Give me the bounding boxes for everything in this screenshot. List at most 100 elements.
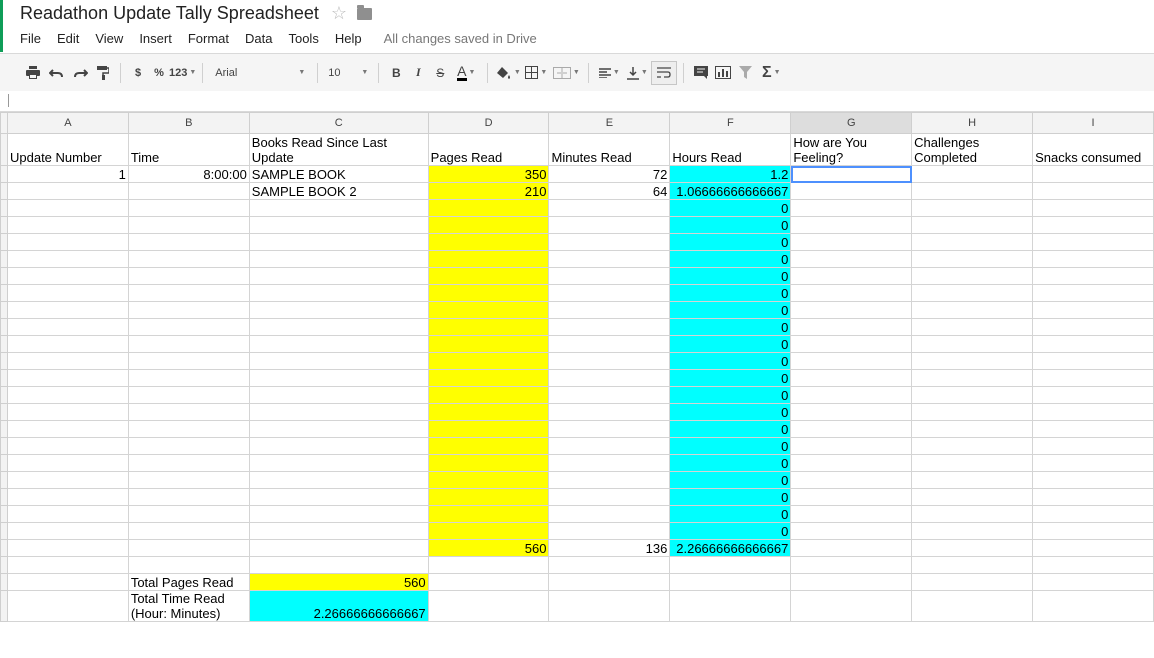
menu-format[interactable]: Format (188, 31, 229, 46)
row-header[interactable] (0, 318, 8, 336)
minutes-cell[interactable] (548, 522, 671, 540)
minutes-cell[interactable] (548, 471, 671, 489)
total-minutes-cell[interactable]: 136 (548, 539, 671, 557)
feeling-cell[interactable] (790, 505, 913, 523)
update-number-cell[interactable] (6, 420, 129, 438)
pages-cell[interactable] (427, 420, 550, 438)
row-header[interactable] (0, 216, 8, 234)
time-cell[interactable] (127, 505, 250, 523)
cell[interactable] (127, 556, 250, 574)
cell[interactable] (427, 573, 550, 591)
book-cell[interactable] (248, 284, 429, 302)
feeling-cell[interactable] (790, 386, 913, 404)
pages-cell[interactable] (427, 454, 550, 472)
minutes-cell[interactable] (548, 403, 671, 421)
pages-cell[interactable] (427, 386, 550, 404)
row-header[interactable] (0, 165, 8, 183)
cell[interactable] (248, 539, 429, 557)
row-header[interactable] (0, 352, 8, 370)
row-header[interactable] (0, 369, 8, 387)
row-header[interactable] (0, 590, 8, 622)
pages-cell[interactable] (427, 403, 550, 421)
feeling-cell[interactable] (790, 488, 913, 506)
feeling-cell[interactable] (790, 522, 913, 540)
row-header[interactable] (0, 301, 8, 319)
cell[interactable] (548, 573, 671, 591)
snacks-cell[interactable] (1032, 437, 1154, 455)
update-number-cell[interactable] (6, 318, 129, 336)
hours-cell[interactable]: 0 (669, 369, 792, 387)
cell[interactable] (790, 573, 913, 591)
row-header[interactable] (0, 267, 8, 285)
book-cell[interactable] (248, 352, 429, 370)
row-header[interactable] (0, 437, 8, 455)
update-number-cell[interactable] (6, 267, 129, 285)
book-cell[interactable]: SAMPLE BOOK (248, 165, 429, 183)
borders-icon[interactable]: ▼ (522, 62, 550, 84)
hours-cell[interactable]: 1.2 (669, 165, 792, 183)
feeling-cell[interactable] (790, 403, 913, 421)
cell[interactable] (911, 539, 1034, 557)
minutes-cell[interactable] (548, 301, 671, 319)
header-pages-read[interactable]: Pages Read (427, 133, 550, 166)
time-cell[interactable] (127, 267, 250, 285)
hours-cell[interactable]: 0 (669, 267, 792, 285)
minutes-cell[interactable] (548, 386, 671, 404)
cell[interactable] (548, 556, 671, 574)
snacks-cell[interactable] (1032, 216, 1154, 234)
update-number-cell[interactable] (6, 437, 129, 455)
time-cell[interactable] (127, 386, 250, 404)
book-cell[interactable] (248, 335, 429, 353)
cell[interactable] (669, 556, 792, 574)
cell[interactable] (911, 590, 1034, 622)
row-header[interactable] (0, 133, 8, 166)
challenges-cell[interactable] (911, 505, 1034, 523)
summary-time-value[interactable]: 2.26666666666667 (248, 590, 429, 622)
hours-cell[interactable]: 0 (669, 284, 792, 302)
time-cell[interactable] (127, 454, 250, 472)
redo-icon[interactable] (68, 62, 92, 84)
row-header[interactable] (0, 233, 8, 251)
snacks-cell[interactable] (1032, 233, 1154, 251)
total-hours-cell[interactable]: 2.26666666666667 (669, 539, 792, 557)
pages-cell[interactable] (427, 471, 550, 489)
time-cell[interactable] (127, 471, 250, 489)
feeling-cell[interactable] (790, 471, 913, 489)
book-cell[interactable] (248, 522, 429, 540)
header-minutes-read[interactable]: Minutes Read (548, 133, 671, 166)
hours-cell[interactable]: 0 (669, 335, 792, 353)
hours-cell[interactable]: 0 (669, 454, 792, 472)
hours-cell[interactable]: 0 (669, 437, 792, 455)
snacks-cell[interactable] (1032, 522, 1154, 540)
book-cell[interactable] (248, 471, 429, 489)
time-cell[interactable] (127, 250, 250, 268)
update-number-cell[interactable] (6, 250, 129, 268)
cell[interactable] (790, 556, 913, 574)
snacks-cell[interactable] (1032, 488, 1154, 506)
challenges-cell[interactable] (911, 182, 1034, 200)
row-header[interactable] (0, 335, 8, 353)
time-cell[interactable] (127, 369, 250, 387)
minutes-cell[interactable] (548, 369, 671, 387)
formula-bar[interactable] (0, 91, 1154, 112)
update-number-cell[interactable] (6, 454, 129, 472)
challenges-cell[interactable] (911, 284, 1034, 302)
time-cell[interactable] (127, 420, 250, 438)
feeling-cell[interactable] (790, 165, 913, 183)
update-number-cell[interactable] (6, 352, 129, 370)
row-header[interactable] (0, 403, 8, 421)
column-header-d[interactable]: D (427, 112, 550, 134)
save-status[interactable]: All changes saved in Drive (384, 31, 537, 46)
challenges-cell[interactable] (911, 454, 1034, 472)
hours-cell[interactable]: 0 (669, 420, 792, 438)
challenges-cell[interactable] (911, 352, 1034, 370)
feeling-cell[interactable] (790, 352, 913, 370)
time-cell[interactable] (127, 318, 250, 336)
cell[interactable] (548, 590, 671, 622)
menu-file[interactable]: File (20, 31, 41, 46)
update-number-cell[interactable] (6, 182, 129, 200)
pages-cell[interactable] (427, 335, 550, 353)
time-cell[interactable] (127, 488, 250, 506)
currency-format-button[interactable]: $ (127, 62, 149, 84)
font-size-dropdown[interactable]: 10 ▼ (324, 62, 372, 84)
